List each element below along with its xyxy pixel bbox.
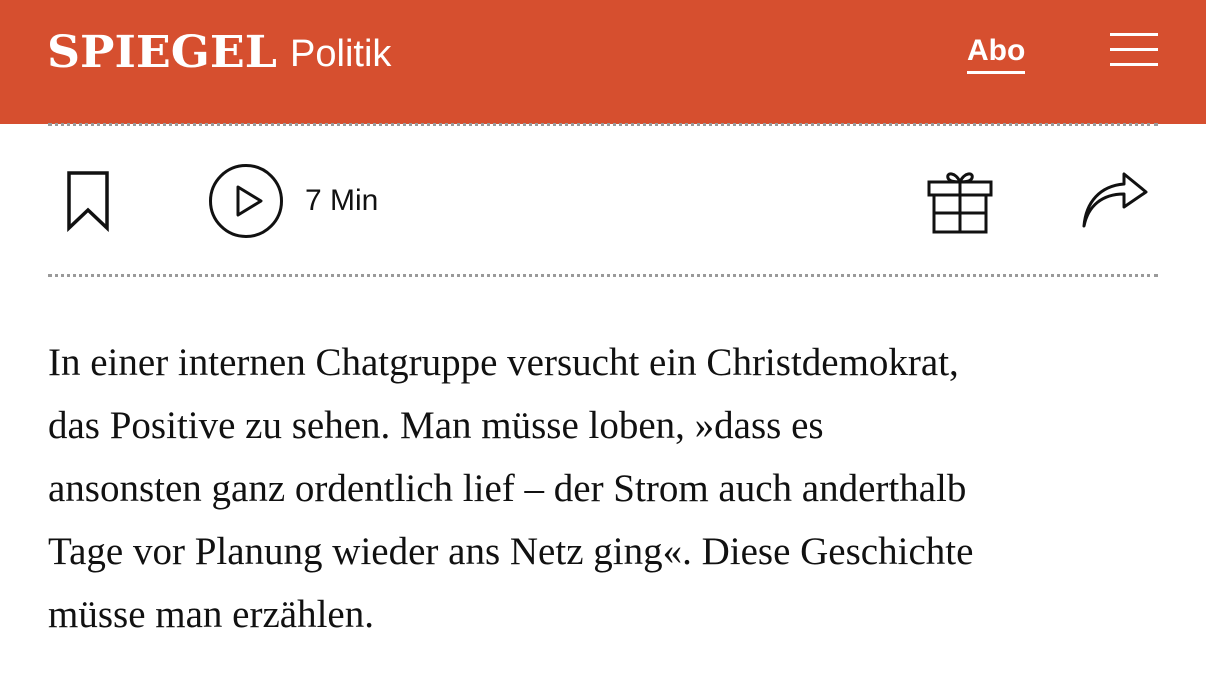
spiegel-logo[interactable]: SPIEGEL xyxy=(47,31,277,75)
brand[interactable]: SPIEGEL Politik xyxy=(47,27,391,79)
divider-top xyxy=(48,123,1158,126)
article-line: Tage vor Planung wieder ans Netz ging«. … xyxy=(48,530,974,573)
audio-duration: 7 Min xyxy=(305,184,379,217)
article-line: das Positive zu sehen. Man müsse loben, … xyxy=(48,404,824,447)
play-circle-icon[interactable] xyxy=(208,163,284,239)
section-title[interactable]: Politik xyxy=(290,35,391,73)
article-paragraph: In einer internen Chatgruppe versucht ei… xyxy=(48,331,1168,646)
bookmark-icon[interactable] xyxy=(66,170,110,233)
article-line: In einer internen Chatgruppe versucht ei… xyxy=(48,341,959,384)
article-line: müsse man erzählen. xyxy=(48,593,374,636)
article-line: ansonsten ganz ordentlich lief – der Str… xyxy=(48,467,967,510)
divider-bottom xyxy=(48,274,1158,277)
site-header: SPIEGEL Politik Abo xyxy=(0,0,1206,124)
gift-icon[interactable] xyxy=(926,168,994,236)
share-arrow-icon[interactable] xyxy=(1080,170,1150,230)
abo-link[interactable]: Abo xyxy=(967,36,1026,74)
hamburger-menu-icon[interactable] xyxy=(1110,33,1158,67)
